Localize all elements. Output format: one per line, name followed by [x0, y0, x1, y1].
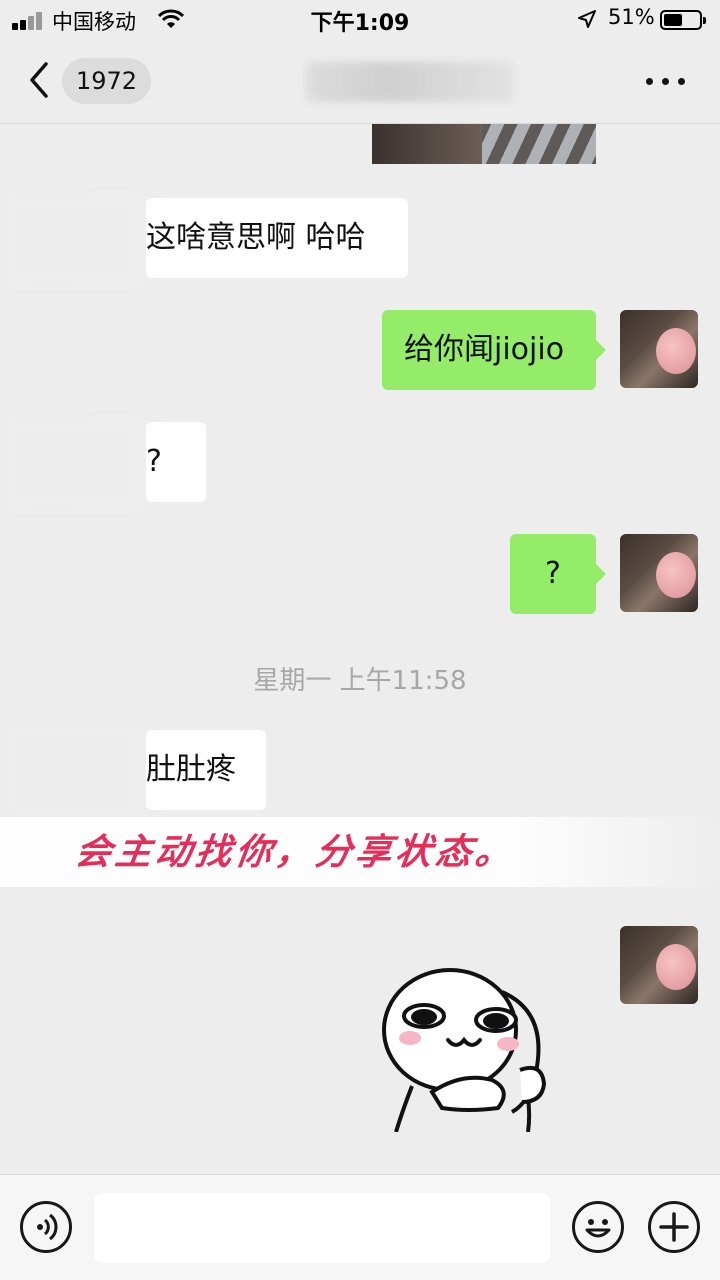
message-bubble-received[interactable]: ?: [146, 422, 206, 502]
input-bar: [0, 1174, 720, 1280]
blur-mask: [0, 190, 148, 290]
overlay-caption: 会主动找你，分享状态。: [72, 831, 519, 873]
image-message-partial[interactable]: [372, 124, 596, 164]
message-bubble-sent[interactable]: 给你闻jiojio: [382, 310, 606, 390]
sticker-emoji-icon[interactable]: [372, 962, 562, 1132]
battery-percent: 51%: [608, 5, 655, 29]
status-bar: 中国移动 下午1:09 51%: [0, 0, 720, 40]
overlay-caption-banner: 会主动找你，分享状态。: [0, 817, 720, 887]
contact-name-blurred: [306, 62, 514, 102]
message-input[interactable]: [94, 1193, 550, 1263]
message-timestamp: 星期一 上午11:58: [253, 666, 467, 696]
my-avatar[interactable]: [620, 534, 698, 612]
battery-icon: [660, 10, 706, 30]
plus-icon[interactable]: [648, 1201, 700, 1253]
message-bubble-received[interactable]: 肚肚疼: [146, 730, 266, 810]
nav-bar: 1972: [0, 40, 720, 124]
emoji-icon[interactable]: [572, 1201, 624, 1253]
blur-mask: [0, 722, 148, 822]
chat-screen: 中国移动 下午1:09 51% 1972 这啥意思啊 哈哈 给你闻jiojio: [0, 0, 720, 1280]
location-arrow-icon: [578, 10, 596, 28]
more-dots-icon[interactable]: [646, 78, 686, 86]
voice-icon[interactable]: [20, 1201, 72, 1253]
message-list[interactable]: 这啥意思啊 哈哈 给你闻jiojio ? ? 星期一 上午11:58 肚肚疼 会…: [0, 124, 720, 1174]
message-bubble-received[interactable]: 这啥意思啊 哈哈: [146, 198, 408, 278]
back-chevron-icon[interactable]: [24, 60, 56, 100]
my-avatar[interactable]: [620, 926, 698, 1004]
message-bubble-sent[interactable]: ?: [510, 534, 606, 614]
unread-count-badge[interactable]: 1972: [62, 58, 152, 104]
my-avatar[interactable]: [620, 310, 698, 388]
blur-mask: [0, 414, 148, 514]
